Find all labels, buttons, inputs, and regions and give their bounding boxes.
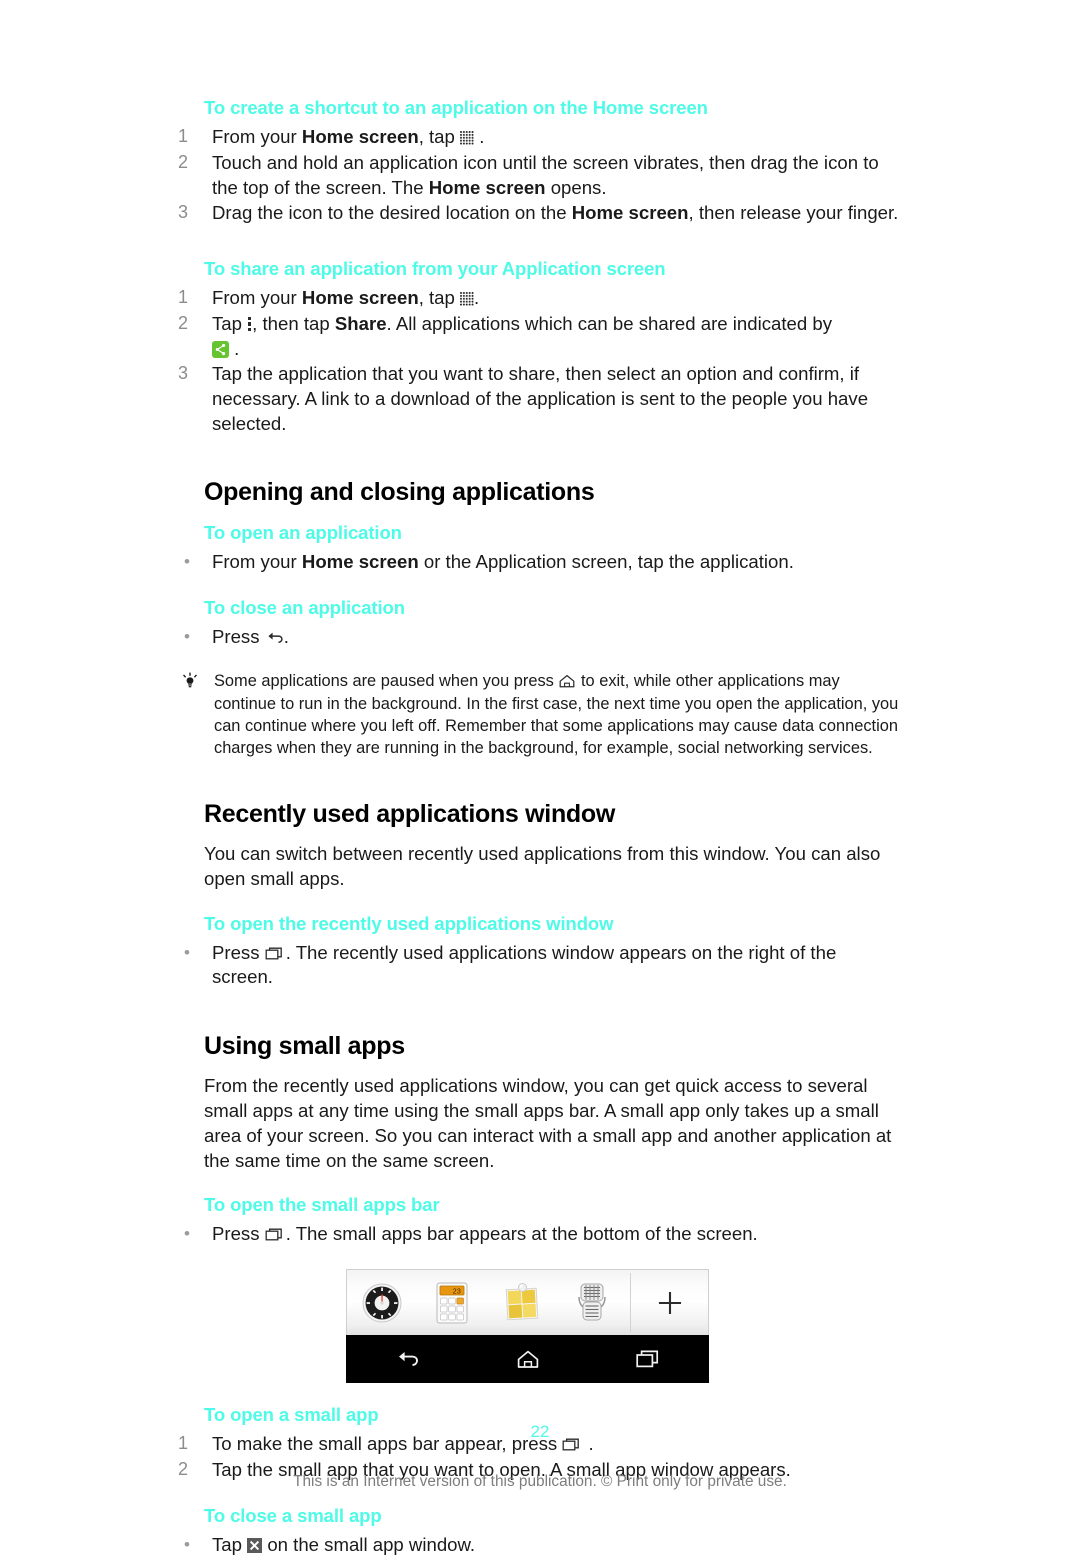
steps-share-application: 1 From your Home screen, tap . 2 Tap , t… xyxy=(176,286,900,436)
bullet-text: From your Home screen or the Application… xyxy=(212,550,794,572)
bullet-marker: • xyxy=(184,626,190,646)
android-navigation-bar xyxy=(346,1335,709,1384)
step-number: 1 xyxy=(178,126,189,147)
small-apps-bar-screenshot: 23 xyxy=(346,1269,709,1384)
close-x-icon xyxy=(247,1537,263,1553)
bullet-text: Press . The recently used applications w… xyxy=(212,941,837,988)
list-open-small-apps-bar: • Press . The small apps bar appears at … xyxy=(176,1222,900,1247)
step-number: 2 xyxy=(178,151,189,172)
recents-icon xyxy=(265,1224,286,1241)
bullet-text: Tap on the small app window. xyxy=(212,1533,476,1555)
list-close-small-app: • Tap on the small app window. xyxy=(176,1533,900,1558)
paragraph-recent-apps: You can switch between recently used app… xyxy=(204,843,881,889)
heading-close-small-app: To close a small app xyxy=(204,1504,382,1526)
step-text: From your Home screen, tap . xyxy=(212,126,485,148)
list-open-recent-window: • Press . The recently used applications… xyxy=(176,941,900,990)
list-item: • From your Home screen or the Applicati… xyxy=(176,550,900,575)
heading-open-recent-apps-window: To open the recently used applications w… xyxy=(204,912,614,934)
step-number: 3 xyxy=(178,202,189,223)
step-text: Drag the icon to the desired location on… xyxy=(212,202,899,224)
list-item: 2 Touch and hold an application icon unt… xyxy=(176,151,900,200)
plus-icon xyxy=(658,1291,681,1314)
list-item: 3 Drag the icon to the desired location … xyxy=(176,201,900,226)
list-item: 3 Tap the application that you want to s… xyxy=(176,362,900,436)
list-item: 1 From your Home screen, tap . xyxy=(176,286,900,311)
bullet-marker: • xyxy=(184,551,190,571)
nav-home-icon xyxy=(517,1350,538,1369)
step-text: Tap , then tap Share. All applications w… xyxy=(212,312,833,359)
bullet-text: Press . The small apps bar appears at th… xyxy=(212,1223,758,1245)
tip-text: Some applications are paused when you pr… xyxy=(214,672,899,757)
heading-using-small-apps: Using small apps xyxy=(204,1032,405,1061)
recents-icon xyxy=(265,943,286,960)
share-icon xyxy=(212,340,229,358)
heading-open-application: To open an application xyxy=(204,521,402,543)
step-number: 2 xyxy=(178,312,189,333)
nav-recents-icon xyxy=(635,1350,658,1368)
bullet-marker: • xyxy=(184,1224,190,1244)
small-app-slot-notes[interactable] xyxy=(487,1280,557,1326)
nav-back-button[interactable] xyxy=(346,1348,467,1370)
lightbulb-icon xyxy=(180,672,200,698)
paragraph-small-apps: From the recently used applications wind… xyxy=(204,1075,892,1171)
step-text: Tap the application that you want to sha… xyxy=(212,363,869,434)
small-app-slot-calculator[interactable]: 23 xyxy=(417,1280,487,1326)
app-grid-icon xyxy=(460,292,475,307)
notes-app-icon xyxy=(505,1282,539,1320)
home-icon xyxy=(558,673,576,689)
list-item: • Press . The small apps bar appears at … xyxy=(176,1222,900,1247)
timer-app-icon xyxy=(362,1283,402,1323)
voice-recorder-app-icon xyxy=(578,1283,606,1321)
list-item: • Press . The recently used applications… xyxy=(176,941,900,990)
step-number: 3 xyxy=(178,363,189,384)
bullet-text: Press . xyxy=(212,625,289,647)
small-app-slot-timer[interactable] xyxy=(347,1281,417,1325)
list-item: • Press . xyxy=(176,625,900,650)
step-number: 1 xyxy=(178,287,189,308)
bullet-marker: • xyxy=(184,942,190,962)
list-item: 2 Tap , then tap Share. All applications… xyxy=(176,312,900,361)
page-footnote: This is an Internet version of this publ… xyxy=(293,1473,787,1490)
calculator-display-value: 23 xyxy=(453,1288,461,1296)
small-app-slot-voice-recorder[interactable] xyxy=(557,1280,627,1326)
heading-opening-closing: Opening and closing applications xyxy=(204,478,595,507)
add-small-app-button[interactable] xyxy=(630,1270,709,1335)
nav-home-button[interactable] xyxy=(467,1348,588,1370)
back-arrow-icon xyxy=(265,628,284,644)
list-close-application: • Press . xyxy=(176,625,900,650)
calculator-app-icon: 23 xyxy=(436,1282,468,1324)
list-item: 1 From your Home screen, tap . xyxy=(176,125,900,150)
heading-recent-apps-window: Recently used applications window xyxy=(204,799,616,828)
page-number: 22 xyxy=(530,1422,550,1441)
step-text: From your Home screen, tap . xyxy=(212,287,480,309)
nav-recents-button[interactable] xyxy=(588,1348,709,1370)
list-item: • Tap on the small app window. xyxy=(176,1533,900,1558)
heading-share-application: To share an application from your Applic… xyxy=(204,258,666,279)
document-page: To create a shortcut to an application o… xyxy=(0,0,1080,1555)
overflow-menu-icon xyxy=(247,316,252,332)
heading-open-small-apps-bar: To open the small apps bar xyxy=(204,1194,440,1216)
list-open-application: • From your Home screen or the Applicati… xyxy=(176,550,900,575)
heading-close-application: To close an application xyxy=(204,596,405,618)
bullet-marker: • xyxy=(184,1534,190,1554)
step-text: Touch and hold an application icon until… xyxy=(212,151,879,198)
page-content: To create a shortcut to an application o… xyxy=(176,96,900,1559)
app-grid-icon xyxy=(460,131,475,146)
small-apps-bar: 23 xyxy=(346,1269,709,1336)
steps-create-shortcut: 1 From your Home screen, tap . 2 Touch a… xyxy=(176,125,900,226)
tip-note: Some applications are paused when you pr… xyxy=(178,670,900,759)
nav-back-icon xyxy=(398,1352,418,1367)
heading-create-shortcut: To create a shortcut to an application o… xyxy=(204,97,708,118)
